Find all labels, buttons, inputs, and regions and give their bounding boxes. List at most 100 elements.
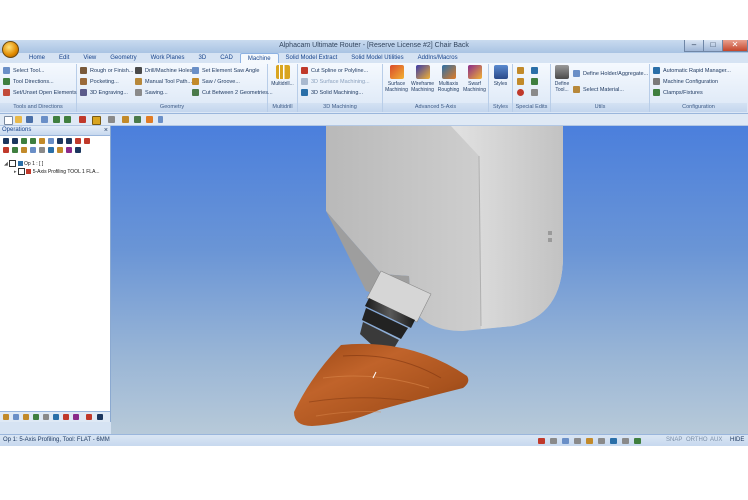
tab-work-planes[interactable]: Work Planes bbox=[144, 53, 192, 63]
settings-icon[interactable] bbox=[75, 147, 81, 153]
status-icon[interactable] bbox=[622, 438, 629, 444]
checkbox[interactable] bbox=[9, 160, 17, 168]
automatic-rapid-manager-button[interactable]: Automatic Rapid Manager... bbox=[653, 66, 731, 76]
notes-icon[interactable] bbox=[73, 414, 79, 420]
3d-engraving-button[interactable]: 3D Engraving... bbox=[80, 88, 128, 98]
add-icon[interactable] bbox=[3, 138, 9, 144]
close-icon[interactable]: × bbox=[104, 126, 108, 135]
manual-tool-path-button[interactable]: Manual Tool Path... bbox=[135, 77, 192, 87]
status-icon[interactable] bbox=[550, 438, 557, 444]
folder-icon[interactable] bbox=[3, 414, 9, 420]
status-icon[interactable] bbox=[610, 438, 617, 444]
material-icon[interactable] bbox=[63, 414, 69, 420]
layers-icon[interactable] bbox=[13, 414, 19, 420]
minimize-button[interactable]: – bbox=[684, 40, 704, 52]
paste-icon[interactable] bbox=[48, 138, 54, 144]
tab-addins-macros[interactable]: AddIns/Macros bbox=[411, 53, 465, 63]
expand-toggle-icon[interactable]: ◢ bbox=[4, 161, 8, 167]
pencil-icon[interactable] bbox=[84, 138, 90, 144]
menu-icon[interactable] bbox=[97, 414, 103, 420]
checkbox[interactable] bbox=[17, 168, 25, 176]
status-icon[interactable] bbox=[598, 438, 605, 444]
tab-view[interactable]: View bbox=[76, 53, 103, 63]
close-window-button[interactable]: ✕ bbox=[722, 40, 748, 52]
undo-icon[interactable] bbox=[53, 116, 60, 123]
edit-icon[interactable] bbox=[517, 78, 524, 85]
status-icon[interactable] bbox=[574, 438, 581, 444]
tab-geometry[interactable]: Geometry bbox=[103, 53, 143, 63]
remove-icon[interactable] bbox=[12, 138, 18, 144]
machine-configuration-button[interactable]: Machine Configuration bbox=[653, 77, 718, 87]
filter-icon[interactable] bbox=[39, 147, 45, 153]
edit-icon[interactable] bbox=[531, 89, 538, 96]
define-tool-button[interactable]: Define Tool... bbox=[552, 65, 572, 93]
3d-viewport[interactable] bbox=[111, 126, 748, 436]
move-down-icon[interactable] bbox=[66, 138, 72, 144]
swap-icon[interactable] bbox=[66, 147, 72, 153]
info-icon[interactable] bbox=[48, 147, 54, 153]
select-icon[interactable] bbox=[92, 116, 101, 125]
set-element-saw-angle-button[interactable]: Set Element Saw Angle bbox=[192, 66, 259, 76]
tab-cad[interactable]: CAD bbox=[213, 53, 240, 63]
snap-toggle[interactable]: SNAP bbox=[666, 437, 682, 443]
work-plane-icon[interactable] bbox=[53, 414, 59, 420]
cut-between-geometries-button[interactable]: Cut Between 2 Geometries... bbox=[192, 88, 273, 98]
define-holder-aggregate-button[interactable]: Define Holder/Aggregate... bbox=[573, 69, 648, 79]
check-icon[interactable] bbox=[12, 147, 18, 153]
edit-icon[interactable] bbox=[75, 138, 81, 144]
set-unset-open-elements-button[interactable]: Set/Unset Open Elements bbox=[3, 88, 77, 98]
move-icon[interactable] bbox=[57, 138, 63, 144]
3d-surface-machining-button[interactable]: 3D Surface Machining... bbox=[301, 77, 370, 87]
clamps-fixtures-button[interactable]: Clamps/Fixtures bbox=[653, 88, 703, 98]
status-icon[interactable] bbox=[634, 438, 641, 444]
app-orb-icon[interactable] bbox=[2, 41, 19, 58]
tab-home[interactable]: Home bbox=[22, 53, 52, 63]
chevron-down-icon[interactable] bbox=[158, 116, 163, 123]
maximize-button[interactable]: □ bbox=[703, 40, 723, 52]
copy-icon[interactable] bbox=[39, 138, 45, 144]
sawing-button[interactable]: Sawing... bbox=[135, 88, 168, 98]
status-icon[interactable] bbox=[562, 438, 569, 444]
multidrill-button[interactable]: Multidrill... bbox=[269, 65, 296, 87]
save-icon[interactable] bbox=[26, 116, 33, 123]
aux-toggle[interactable]: AUX bbox=[710, 437, 722, 443]
tab-solid-model-utilities[interactable]: Solid Model Utilities bbox=[344, 53, 410, 63]
tool-icon[interactable] bbox=[57, 147, 63, 153]
tree-row-5axis-profiling[interactable]: ▸ 5-Axis Profiling TOOL 1 FLA... bbox=[0, 168, 110, 176]
pocketing-button[interactable]: Pocketing... bbox=[80, 77, 119, 87]
surface-machining-button[interactable]: Surface Machining bbox=[384, 65, 409, 93]
3d-solid-machining-button[interactable]: 3D Solid Machining... bbox=[301, 88, 363, 98]
saw-groove-button[interactable]: Saw / Groove... bbox=[192, 77, 240, 87]
new-icon[interactable] bbox=[4, 116, 13, 125]
edit-icon[interactable] bbox=[531, 67, 538, 74]
status-icon[interactable] bbox=[586, 438, 593, 444]
tab-solid-model-extract[interactable]: Solid Model Extract bbox=[279, 53, 345, 63]
multiaxis-roughing-button[interactable]: Multiaxis Roughing bbox=[436, 65, 461, 93]
layer-icon[interactable] bbox=[108, 116, 115, 123]
tool-icon[interactable] bbox=[23, 414, 29, 420]
render-icon[interactable] bbox=[146, 116, 153, 123]
redo-icon[interactable] bbox=[64, 116, 71, 123]
view-icon[interactable] bbox=[134, 116, 141, 123]
select-tool-button[interactable]: Select Tool... bbox=[3, 66, 44, 76]
expand-icon[interactable] bbox=[21, 138, 27, 144]
select-material-button[interactable]: Select Material... bbox=[573, 85, 624, 95]
open-icon[interactable] bbox=[15, 116, 22, 123]
collapse-icon[interactable] bbox=[30, 138, 36, 144]
cut-spline-polyline-button[interactable]: Cut Spline or Polyline... bbox=[301, 66, 368, 76]
tab-edit[interactable]: Edit bbox=[52, 53, 76, 63]
stop-icon[interactable] bbox=[86, 414, 92, 420]
print-icon[interactable] bbox=[41, 116, 48, 123]
collapse-toggle-icon[interactable]: ▸ bbox=[14, 169, 17, 175]
drill-machine-holes-button[interactable]: Drill/Machine Holes... bbox=[135, 66, 197, 76]
toolpath-icon[interactable] bbox=[33, 414, 39, 420]
folder-icon[interactable] bbox=[21, 147, 27, 153]
geometry-icon[interactable] bbox=[43, 414, 49, 420]
swarf-machining-button[interactable]: Swarf Machining bbox=[462, 65, 487, 93]
styles-button[interactable]: Styles bbox=[490, 65, 511, 87]
delete-icon[interactable] bbox=[3, 147, 9, 153]
tab-3d[interactable]: 3D bbox=[192, 53, 214, 63]
record-icon[interactable] bbox=[517, 89, 524, 96]
rough-or-finish-button[interactable]: Rough or Finish... bbox=[80, 66, 133, 76]
hide-toggle[interactable]: HIDE bbox=[730, 437, 744, 443]
